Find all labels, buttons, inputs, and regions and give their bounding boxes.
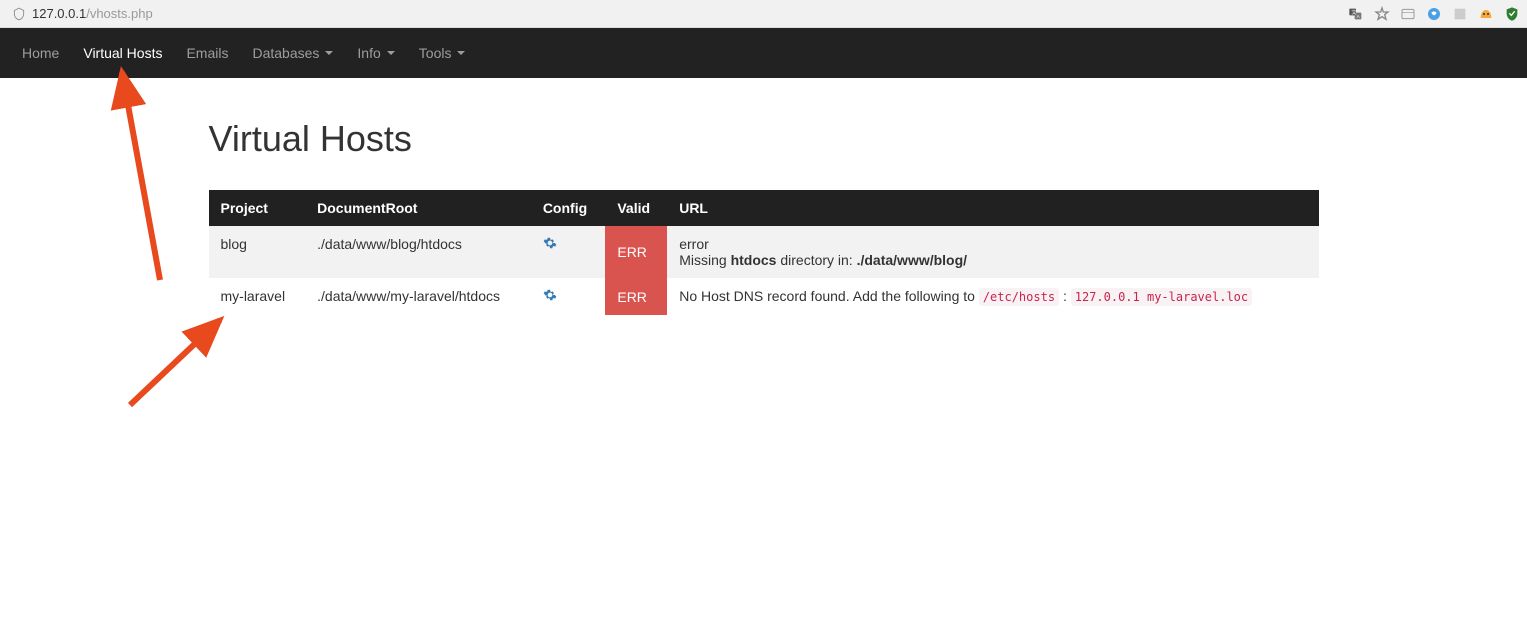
err-text: directory in: [776,252,856,268]
cell-project: my-laravel [209,278,306,315]
err-text: Missing [679,252,730,268]
err-text-bold: ./data/www/blog/ [857,252,967,268]
table-header-row: Project DocumentRoot Config Valid URL [209,190,1319,226]
annotation-arrow-1 [100,60,180,290]
extension-icon-3[interactable] [1451,5,1469,23]
table-row: my-laravel ./data/www/my-laravel/htdocs … [209,278,1319,315]
browser-address-bar: 127.0.0.1/vhosts.php 文A [0,0,1527,28]
extension-icon-2[interactable] [1425,5,1443,23]
vhosts-table: Project DocumentRoot Config Valid URL bl… [209,190,1319,315]
nav-label: Tools [419,45,452,61]
cell-config [531,226,606,278]
nav-label: Virtual Hosts [83,45,162,61]
nav-emails[interactable]: Emails [174,30,240,76]
err-text: : [1059,288,1071,304]
col-project: Project [209,190,306,226]
col-valid: Valid [605,190,667,226]
err-text-bold: htdocs [731,252,777,268]
col-url: URL [667,190,1318,226]
chevron-down-icon [387,51,395,55]
code-snippet: 127.0.0.1 my-laravel.loc [1071,288,1252,306]
extension-icon-1[interactable] [1399,5,1417,23]
cell-docroot: ./data/www/blog/htdocs [305,226,531,278]
adguard-icon[interactable] [1503,5,1521,23]
code-snippet: /etc/hosts [979,288,1059,306]
extension-icon-4[interactable] [1477,5,1495,23]
url-display[interactable]: 127.0.0.1/vhosts.php [32,6,153,21]
nav-databases[interactable]: Databases [240,30,345,76]
col-config: Config [531,190,606,226]
err-text: No Host DNS record found. Add the follow… [679,288,979,304]
nav-label: Emails [186,45,228,61]
chevron-down-icon [457,51,465,55]
nav-label: Databases [252,45,319,61]
nav-home[interactable]: Home [10,30,71,76]
page-title: Virtual Hosts [209,118,1319,160]
table-row: blog ./data/www/blog/htdocs ERR error Mi… [209,226,1319,278]
bookmark-star-icon[interactable] [1373,5,1391,23]
cell-valid-err: ERR [605,226,667,278]
main-navbar: Home Virtual Hosts Emails Databases Info… [0,28,1527,78]
chevron-down-icon [325,51,333,55]
cell-url: No Host DNS record found. Add the follow… [667,278,1318,315]
nav-virtual-hosts[interactable]: Virtual Hosts [71,30,174,76]
cell-url: error Missing htdocs directory in: ./dat… [667,226,1318,278]
shield-icon[interactable] [12,7,26,21]
cell-valid-err: ERR [605,278,667,315]
cell-docroot: ./data/www/my-laravel/htdocs [305,278,531,315]
gear-icon[interactable] [543,237,557,253]
page-container: Virtual Hosts Project DocumentRoot Confi… [194,78,1334,335]
url-path: /vhosts.php [86,6,153,21]
nav-tools[interactable]: Tools [407,30,478,76]
url-host: 127.0.0.1 [32,6,86,21]
err-text: error [679,236,709,252]
cell-project: blog [209,226,306,278]
translate-icon[interactable]: 文A [1347,5,1365,23]
nav-info[interactable]: Info [345,30,406,76]
cell-config [531,278,606,315]
col-documentroot: DocumentRoot [305,190,531,226]
gear-icon[interactable] [543,289,557,305]
nav-label: Home [22,45,59,61]
nav-label: Info [357,45,380,61]
